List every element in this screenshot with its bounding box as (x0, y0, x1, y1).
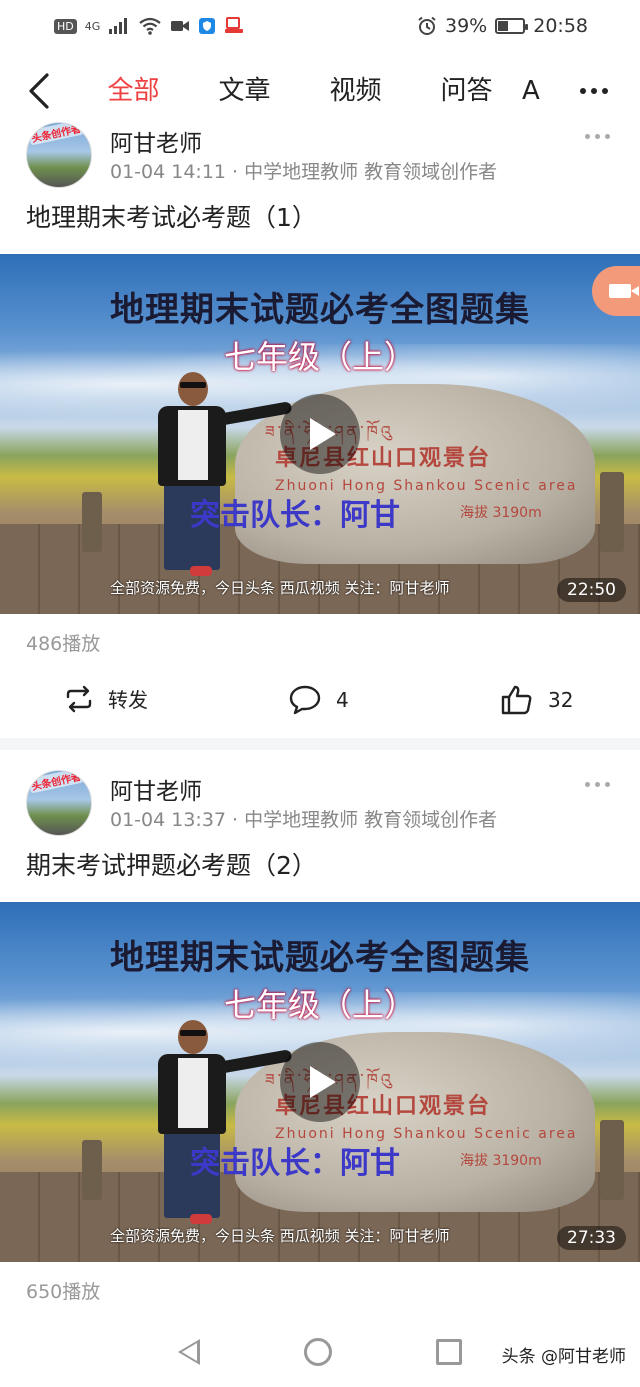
dot-icon (595, 782, 600, 787)
video-caption: 突击队长：阿甘 (190, 498, 400, 533)
video-headline: 地理期末试题必考全图题集 (110, 938, 530, 978)
post-card[interactable]: 头条创作者 阿甘老师 01-04 14:11 · 中学地理教师 教育领域创作者 … (0, 116, 640, 750)
watermark: 头条 @阿甘老师 (501, 1347, 626, 1367)
video-duration: 22:50 (557, 578, 626, 602)
deck-post (600, 1120, 624, 1200)
post-header: 头条创作者 阿甘老师 01-04 14:11 · 中学地理教师 教育领域创作者 (0, 116, 640, 194)
video-duration: 27:33 (557, 1226, 626, 1250)
post-meta: 01-04 14:11 · 中学地理教师 教育领域创作者 (110, 161, 498, 183)
post-meta: 01-04 13:37 · 中学地理教师 教育领域创作者 (110, 809, 498, 831)
author-name[interactable]: 阿甘老师 (110, 124, 202, 158)
dot-icon (605, 134, 610, 139)
person-figure (150, 1020, 293, 1230)
video-subheadline: 七年级（上） (223, 986, 416, 1024)
video-bottom-text: 全部资源免费，今日头条 西瓜视频 关注：阿甘老师 (110, 579, 450, 597)
play-count: 650播放 (26, 1281, 101, 1303)
person-shoe (190, 566, 212, 576)
like-button[interactable]: 32 (500, 684, 573, 716)
post-more-button[interactable] (585, 782, 610, 787)
video-bottom-text: 全部资源免费，今日头条 西瓜视频 关注：阿甘老师 (110, 1227, 450, 1245)
camera-glyph (609, 284, 639, 298)
video-headline: 地理期末试题必考全图题集 (110, 290, 530, 330)
signal-icon (109, 18, 128, 34)
alarm-icon (418, 16, 436, 35)
dot-icon (595, 134, 600, 139)
avatar-badge: 头条创作者 (28, 771, 84, 794)
person-shirt (178, 1058, 208, 1128)
home-circle-icon[interactable] (304, 1338, 332, 1366)
video-subheadline: 七年级（上） (223, 338, 416, 376)
recents-square-icon[interactable] (436, 1339, 462, 1365)
avatar-badge: 头条创作者 (28, 123, 84, 146)
video-caption: 突击队长：阿甘 (190, 1146, 400, 1181)
video-icon (171, 21, 190, 31)
post-actions: 转发 4 32 (0, 672, 640, 730)
video-thumbnail[interactable]: ཟ་ནི་ཧོང་ཤན་ཁོའུ 卓尼县红山口观景台 Zhuoni Hong S… (0, 902, 640, 1262)
repost-icon (66, 685, 92, 712)
shield-icon (199, 18, 216, 34)
play-count: 486播放 (26, 633, 101, 655)
wifi-icon (139, 17, 161, 35)
app-icon (225, 17, 244, 33)
comment-button[interactable]: 4 (288, 684, 349, 716)
more-dot-icon (580, 87, 586, 94)
camera-icon[interactable] (592, 266, 640, 316)
chevron-left-icon (29, 72, 49, 109)
share-label: 转发 (108, 688, 148, 712)
post-header: 头条创作者 阿甘老师 01-04 13:37 · 中学地理教师 教育领域创作者 (0, 764, 640, 842)
more-dot-icon (602, 87, 608, 94)
share-button[interactable]: 转发 (64, 684, 148, 713)
dot-icon (585, 134, 590, 139)
back-triangle-icon[interactable] (178, 1339, 200, 1365)
network-indicator: 4G (84, 19, 101, 33)
avatar[interactable]: 头条创作者 (26, 770, 92, 836)
person-glasses (180, 1030, 206, 1036)
post-title[interactable]: 期末考试押题必考题（2） (0, 842, 640, 902)
stone-altitude-text: 海拔 3190m (460, 505, 542, 521)
status-right: 39% 20:58 (417, 15, 588, 37)
divider (0, 738, 640, 750)
battery-percent: 39% (445, 15, 488, 37)
deck-post (600, 472, 624, 552)
status-bar: HD 4G 39% 20:58 (0, 0, 640, 52)
person-shoe (190, 1214, 212, 1224)
person-shirt (178, 410, 208, 480)
deck-post (82, 492, 102, 552)
play-icon[interactable] (280, 394, 360, 474)
like-count: 32 (548, 688, 574, 712)
author-name[interactable]: 阿甘老师 (110, 772, 202, 806)
battery-icon (495, 18, 529, 34)
play-icon[interactable] (280, 1042, 360, 1122)
feed: 头条创作者 阿甘老师 01-04 14:11 · 中学地理教师 教育领域创作者 … (0, 116, 640, 1320)
status-left: HD 4G (54, 17, 244, 35)
hd-indicator: HD (54, 18, 77, 34)
dot-icon (585, 782, 590, 787)
avatar[interactable]: 头条创作者 (26, 122, 92, 188)
stone-altitude-text: 海拔 3190m (460, 1153, 542, 1169)
person-figure (150, 372, 293, 582)
thumbs-up-icon (501, 685, 532, 715)
battery-fill (498, 21, 508, 31)
post-more-button[interactable] (585, 134, 610, 139)
video-thumbnail[interactable]: ཟ་ནི་ཧོང་ཤན་ཁོའུ 卓尼县红山口观景台 Zhuoni Hong S… (0, 254, 640, 614)
comment-icon (289, 685, 321, 715)
deck-post (82, 1140, 102, 1200)
dot-icon (605, 782, 610, 787)
post-card[interactable]: 头条创作者 阿甘老师 01-04 13:37 · 中学地理教师 教育领域创作者 … (0, 764, 640, 1320)
more-dot-icon (591, 87, 597, 94)
person-glasses (180, 382, 206, 388)
comment-count: 4 (336, 688, 349, 712)
clock: 20:58 (533, 15, 588, 37)
post-title[interactable]: 地理期末考试必考题（1） (0, 194, 640, 254)
